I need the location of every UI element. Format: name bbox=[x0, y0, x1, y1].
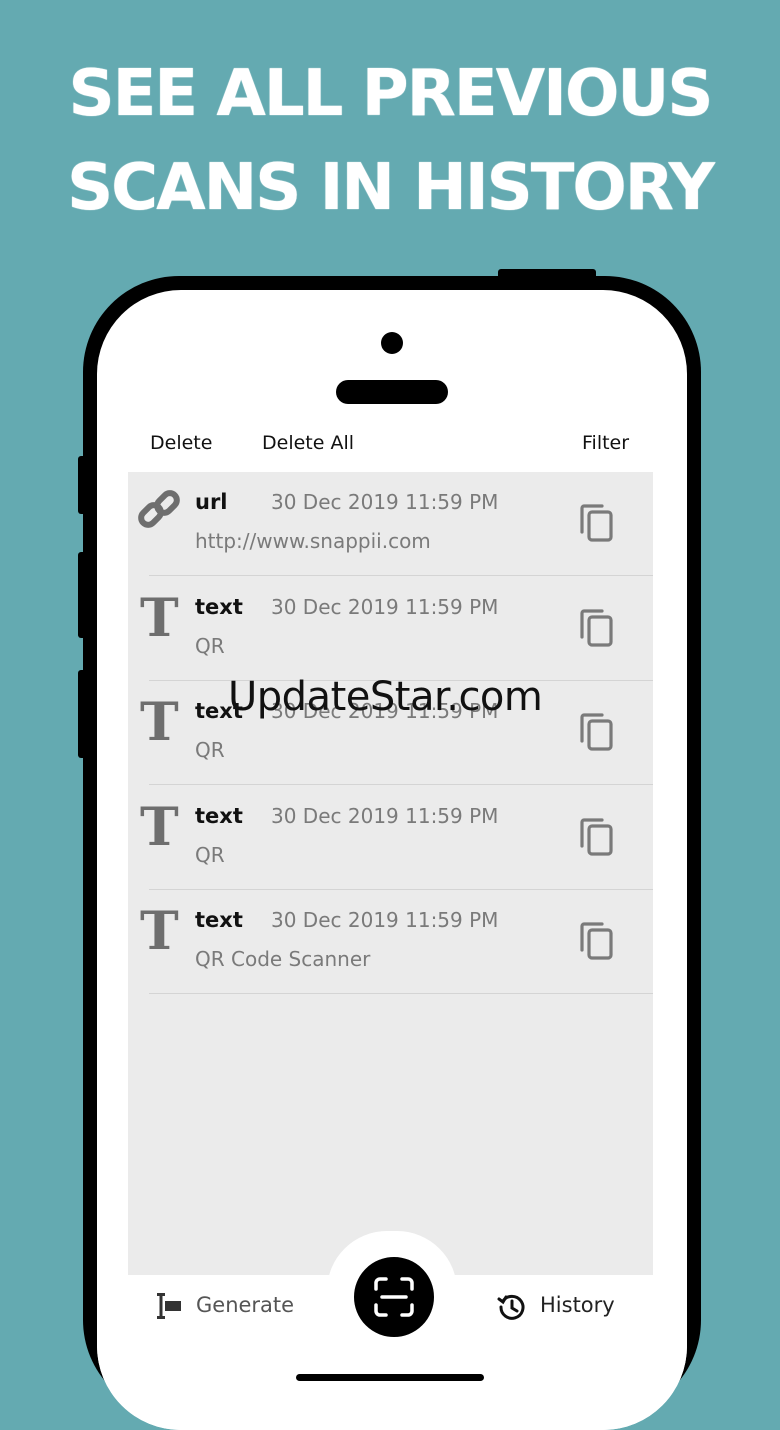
item-timestamp: 30 Dec 2019 11:59 PM bbox=[271, 804, 499, 828]
copy-icon[interactable] bbox=[576, 502, 620, 546]
front-camera bbox=[381, 332, 403, 354]
item-content: QR bbox=[195, 738, 225, 762]
row-divider bbox=[149, 993, 653, 994]
item-type-label: text bbox=[195, 595, 243, 619]
tab-generate[interactable]: Generate bbox=[155, 1285, 305, 1325]
history-list: url 30 Dec 2019 11:59 PM http://www.snap… bbox=[128, 472, 653, 1277]
text-type-icon: T bbox=[140, 588, 179, 649]
filter-button[interactable]: Filter bbox=[582, 432, 629, 454]
tab-generate-label: Generate bbox=[196, 1293, 295, 1317]
history-icon bbox=[497, 1294, 525, 1320]
scan-button[interactable] bbox=[350, 1253, 438, 1341]
item-timestamp: 30 Dec 2019 11:59 PM bbox=[271, 490, 499, 514]
item-type-label: text bbox=[195, 804, 243, 828]
history-row[interactable]: T text 30 Dec 2019 11:59 PM QR Code Scan… bbox=[128, 890, 653, 994]
item-timestamp: 30 Dec 2019 11:59 PM bbox=[271, 595, 499, 619]
generate-icon bbox=[157, 1293, 181, 1319]
text-type-icon: T bbox=[140, 797, 179, 858]
link-icon bbox=[138, 490, 180, 528]
row-divider bbox=[149, 575, 653, 576]
item-timestamp: 30 Dec 2019 11:59 PM bbox=[271, 908, 499, 932]
copy-icon[interactable] bbox=[576, 711, 620, 755]
tab-history[interactable]: History bbox=[497, 1285, 637, 1325]
item-type-label: url bbox=[195, 490, 228, 514]
item-content: QR bbox=[195, 843, 225, 867]
item-content: http://www.snappii.com bbox=[195, 529, 431, 553]
copy-icon[interactable] bbox=[576, 607, 620, 651]
text-type-icon: T bbox=[140, 692, 179, 753]
earpiece-speaker bbox=[336, 380, 448, 404]
phone-screen: Delete Delete All Filter url 30 Dec 2019… bbox=[97, 290, 687, 1430]
copy-icon[interactable] bbox=[576, 920, 620, 964]
item-content: QR Code Scanner bbox=[195, 947, 371, 971]
history-row[interactable]: T text 30 Dec 2019 11:59 PM QR bbox=[128, 786, 653, 890]
history-row[interactable]: url 30 Dec 2019 11:59 PM http://www.snap… bbox=[128, 472, 653, 576]
delete-button[interactable]: Delete bbox=[150, 432, 212, 454]
item-type-label: text bbox=[195, 908, 243, 932]
text-type-icon: T bbox=[140, 901, 179, 962]
watermark: UpdateStar.com bbox=[228, 674, 543, 720]
promo-headline-line1: SEE ALL PREVIOUS bbox=[68, 57, 714, 131]
item-content: QR bbox=[195, 634, 225, 658]
promo-headline-line2: SCANS IN HISTORY bbox=[67, 151, 715, 225]
history-row[interactable]: T text 30 Dec 2019 11:59 PM QR bbox=[128, 577, 653, 681]
delete-all-button[interactable]: Delete All bbox=[262, 432, 354, 454]
copy-icon[interactable] bbox=[576, 816, 620, 860]
home-indicator bbox=[296, 1374, 484, 1381]
row-divider bbox=[149, 784, 653, 785]
phone-frame: Delete Delete All Filter url 30 Dec 2019… bbox=[83, 276, 701, 1430]
tab-history-label: History bbox=[540, 1293, 615, 1317]
bottom-tab-bar: Generate History bbox=[97, 1231, 687, 1430]
scan-icon bbox=[374, 1277, 414, 1317]
